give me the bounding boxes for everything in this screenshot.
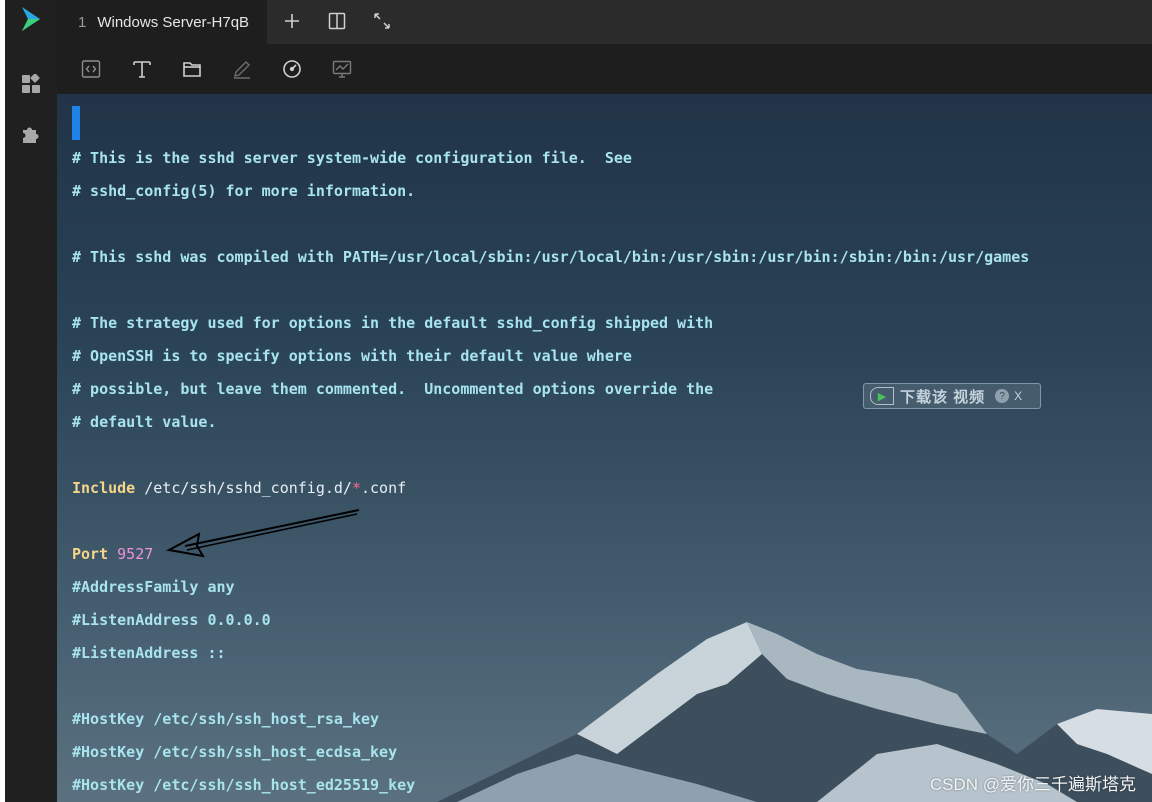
editor-toolbar: [57, 44, 1152, 94]
tab-index: 1: [78, 13, 87, 31]
expand-icon[interactable]: [367, 6, 397, 36]
csdn-watermark: CSDN @爱你三千遍斯塔克: [929, 775, 1136, 794]
play-icon[interactable]: ▶: [870, 387, 894, 405]
tab-label: Windows Server-H7qB: [97, 13, 250, 31]
download-video-label[interactable]: 下载该 视频: [900, 386, 985, 407]
tab-windows-server[interactable]: 1 Windows Server-H7qB: [57, 0, 267, 44]
split-view-icon[interactable]: [322, 6, 352, 36]
text-tool-icon[interactable]: [128, 55, 156, 83]
code-view-icon[interactable]: [77, 55, 105, 83]
tab-bar: 1 Windows Server-H7qB: [57, 0, 1152, 44]
app-logo-icon[interactable]: [15, 3, 47, 35]
folder-icon[interactable]: [178, 55, 206, 83]
code-editor[interactable]: # This is the sshd server system-wide co…: [57, 94, 1152, 802]
help-icon[interactable]: ?: [995, 389, 1010, 403]
speedometer-icon[interactable]: [278, 55, 306, 83]
close-icon[interactable]: X: [1014, 389, 1022, 403]
download-video-widget[interactable]: ▶ 下载该 视频 ? X: [863, 383, 1041, 409]
edit-pen-icon[interactable]: [228, 55, 256, 83]
sidebar: [5, 0, 57, 802]
apps-grid-icon[interactable]: [15, 68, 47, 100]
plus-icon[interactable]: [277, 6, 307, 36]
annotation-arrow: [165, 509, 360, 558]
monitor-chart-icon[interactable]: [328, 55, 356, 83]
plugin-puzzle-icon[interactable]: [15, 118, 47, 150]
